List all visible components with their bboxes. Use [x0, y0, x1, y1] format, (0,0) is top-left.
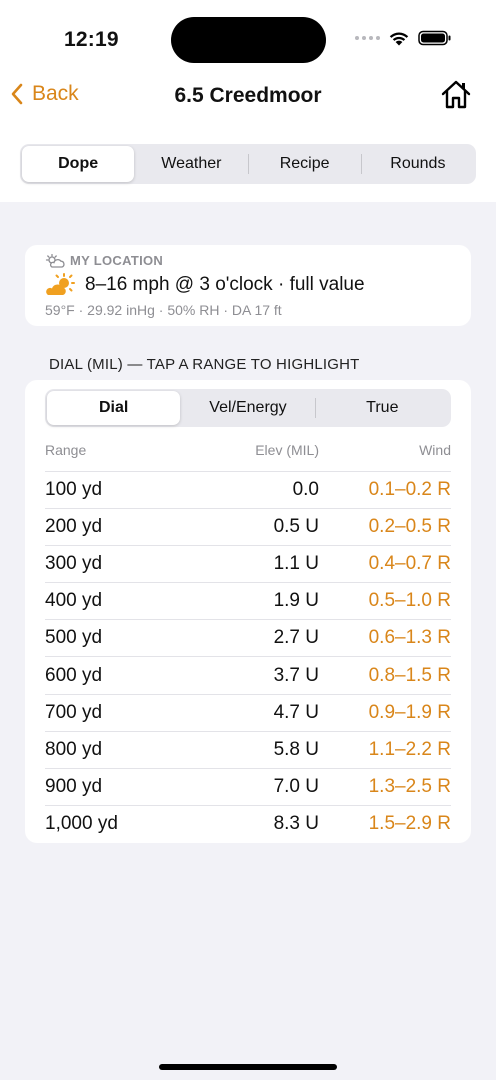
wifi-icon: [389, 32, 409, 46]
wind-cell: 0.4–0.7 R: [368, 553, 451, 575]
home-indicator: [159, 1064, 337, 1070]
table-row[interactable]: 400 yd 1.9 U 0.5–1.0 R: [45, 582, 451, 619]
wind-summary-row: 8–16 mph @ 3 o'clock · full value: [45, 273, 365, 297]
wind-cell: 1.1–2.2 R: [368, 738, 451, 760]
wind-cell: 0.6–1.3 R: [368, 627, 451, 649]
wind-cell: 1.5–2.9 R: [368, 812, 451, 834]
tab-vel-energy[interactable]: Vel/Energy: [181, 391, 314, 425]
wind-summary: 8–16 mph @ 3 o'clock · full value: [85, 274, 365, 295]
header-elev: Elev (MIL): [255, 442, 319, 458]
table-header: Range Elev (MIL) Wind: [45, 442, 451, 472]
elev-cell: 1.9 U: [273, 590, 319, 612]
tab-dial[interactable]: Dial: [47, 391, 181, 425]
home-icon: [441, 80, 471, 109]
wind-cell: 0.5–1.0 R: [368, 590, 451, 612]
range-cell: 800 yd: [45, 738, 103, 760]
table-row[interactable]: 800 yd 5.8 U 1.1–2.2 R: [45, 730, 451, 768]
tab-true[interactable]: True: [316, 391, 449, 425]
table-rows: 100 yd 0.0 0.1–0.2 R 200 yd 0.5 U 0.2–0.5 R …: [45, 471, 451, 842]
header-area: 12:19 Back 6.5 Creedmoor Dope Weather Re…: [0, 0, 496, 202]
table-row[interactable]: 100 yd 0.0 0.1–0.2 R: [45, 471, 451, 508]
mode-tabs: Dial Vel/Energy True: [45, 389, 451, 427]
wind-cell: 0.2–0.5 R: [368, 516, 451, 538]
table-row[interactable]: 200 yd 0.5 U 0.2–0.5 R: [45, 508, 451, 545]
elev-cell: 5.8 U: [273, 738, 319, 760]
weather-conditions: 59°F · 29.92 inHg · 50% RH · DA 17 ft: [45, 302, 282, 318]
elev-cell: 0.5 U: [273, 516, 319, 538]
elev-cell: 8.3 U: [273, 812, 319, 834]
elev-cell: 0.0: [292, 479, 319, 501]
table-row[interactable]: 600 yd 3.7 U 0.8–1.5 R: [45, 656, 451, 693]
wind-cell: 1.3–2.5 R: [368, 775, 451, 797]
tab-weather[interactable]: Weather: [135, 146, 247, 182]
tab-rounds[interactable]: Rounds: [362, 146, 474, 182]
range-cell: 200 yd: [45, 516, 103, 538]
partly-sunny-icon: [46, 273, 75, 295]
range-cell: 700 yd: [45, 701, 103, 723]
section-header: DIAL (MIL) — TAP A RANGE TO HIGHLIGHT: [49, 356, 360, 373]
status-time: 12:19: [64, 28, 119, 51]
dope-table-card: Dial Vel/Energy True Range Elev (MIL) Wi…: [25, 380, 471, 843]
wind-cell: 0.8–1.5 R: [368, 664, 451, 686]
screen: 12:19 Back 6.5 Creedmoor Dope Weather Re…: [0, 0, 496, 1080]
range-cell: 600 yd: [45, 664, 103, 686]
elev-cell: 3.7 U: [273, 664, 319, 686]
home-button[interactable]: [440, 78, 472, 115]
location-label: MY LOCATION: [70, 253, 164, 268]
tab-dope[interactable]: Dope: [22, 146, 135, 182]
range-cell: 300 yd: [45, 553, 103, 575]
elev-cell: 4.7 U: [273, 701, 319, 723]
range-cell: 900 yd: [45, 775, 103, 797]
navigation-bar: Back 6.5 Creedmoor: [0, 76, 496, 120]
table-row[interactable]: 900 yd 7.0 U 1.3–2.5 R: [45, 767, 451, 805]
header-wind: Wind: [419, 442, 451, 458]
range-cell: 500 yd: [45, 627, 103, 649]
wind-cell: 0.9–1.9 R: [368, 701, 451, 723]
elev-cell: 2.7 U: [273, 627, 319, 649]
location-card[interactable]: MY LOCATION 8–16 mph @ 3 o'clock · full …: [25, 245, 471, 326]
tab-recipe[interactable]: Recipe: [249, 146, 361, 182]
range-cell: 1,000 yd: [45, 812, 118, 834]
dynamic-island: [171, 17, 326, 63]
elev-cell: 7.0 U: [273, 775, 319, 797]
table-row[interactable]: 1,000 yd 8.3 U 1.5–2.9 R: [45, 804, 451, 842]
location-label-row: MY LOCATION: [45, 253, 163, 268]
table-row[interactable]: 700 yd 4.7 U 0.9–1.9 R: [45, 693, 451, 731]
wind-cell: 0.1–0.2 R: [368, 479, 451, 501]
range-cell: 100 yd: [45, 479, 103, 501]
partly-cloudy-small-icon: [45, 253, 65, 268]
status-icons: [355, 30, 452, 46]
cellular-signal-icon: [355, 36, 380, 40]
header-range: Range: [45, 442, 87, 458]
elev-cell: 1.1 U: [273, 553, 319, 575]
table-row[interactable]: 500 yd 2.7 U 0.6–1.3 R: [45, 619, 451, 656]
range-cell: 400 yd: [45, 590, 103, 612]
battery-icon: [418, 30, 451, 46]
page-title: 6.5 Creedmoor: [174, 84, 322, 107]
table-row[interactable]: 300 yd 1.1 U 0.4–0.7 R: [45, 545, 451, 582]
main-tabs: Dope Weather Recipe Rounds: [20, 144, 476, 184]
